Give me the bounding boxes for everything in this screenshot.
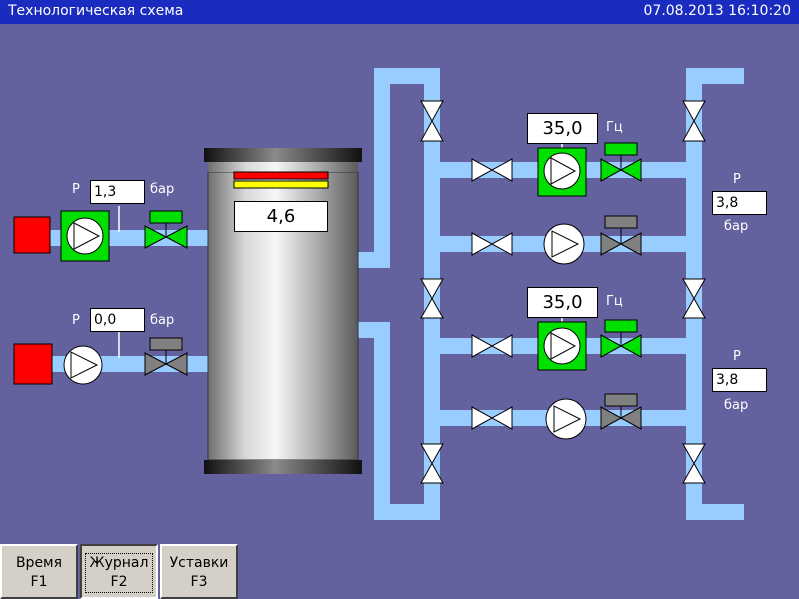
pressure-label-outlet-1: P (733, 172, 741, 187)
pipes (40, 68, 744, 520)
pressure-unit-outlet-2: бар (724, 398, 749, 413)
pressure-unit-inlet-1: бар (150, 182, 175, 197)
pressure-value-inlet-2: 0,0 (90, 308, 145, 332)
datetime: 07.08.2013 16:10:20 (643, 3, 792, 19)
pressure-value-outlet-2: 3,8 (712, 368, 767, 392)
function-key-f2-log[interactable]: Журнал F2 (80, 544, 158, 599)
pressure-value-outlet-1: 3,8 (712, 191, 767, 215)
pump-inlet-2[interactable] (63, 345, 103, 385)
function-key-f3-label: Уставки (169, 555, 229, 571)
storage-tank (204, 148, 362, 474)
pressure-unit-inlet-2: бар (150, 313, 175, 328)
pressure-label-inlet-2: P (72, 313, 80, 328)
pressure-label-outlet-2: P (733, 349, 741, 364)
pump-1b[interactable] (543, 223, 585, 265)
high-level-alarm-indicator (233, 171, 329, 180)
function-key-f2-key: F2 (110, 574, 128, 590)
warning-level-indicator (233, 180, 329, 189)
function-key-f3-setpoints[interactable]: Уставки F3 (160, 544, 238, 599)
alarm-indicator-line-1[interactable] (13, 216, 51, 254)
pump-2b[interactable] (545, 398, 587, 440)
alarm-indicator-line-2[interactable] (13, 343, 53, 385)
function-key-f1-key: F1 (30, 574, 48, 590)
function-key-f1-time[interactable]: Время F1 (0, 544, 78, 599)
function-key-f3-key: F3 (190, 574, 208, 590)
function-key-f2-label: Журнал (89, 555, 149, 571)
window-title: Технологическая схема (8, 3, 184, 19)
frequency-unit-pump-1a: Гц (606, 120, 623, 135)
pressure-value-inlet-1: 1,3 (90, 180, 145, 204)
tank-level-display: 4,6 (234, 201, 328, 232)
pressure-unit-outlet-1: бар (724, 219, 749, 234)
function-key-f1-label: Время (15, 555, 63, 571)
frequency-unit-pump-2a: Гц (606, 294, 623, 309)
pump-2a[interactable] (537, 321, 587, 371)
frequency-display-pump-1a: 35,0 (527, 113, 598, 144)
pump-1a[interactable] (537, 147, 587, 197)
frequency-display-pump-2a: 35,0 (527, 287, 598, 318)
pressure-label-inlet-1: P (72, 182, 80, 197)
title-bar: Технологическая схема 07.08.2013 16:10:2… (0, 0, 799, 24)
pump-inlet-1[interactable] (60, 210, 110, 262)
process-scheme (13, 68, 744, 520)
